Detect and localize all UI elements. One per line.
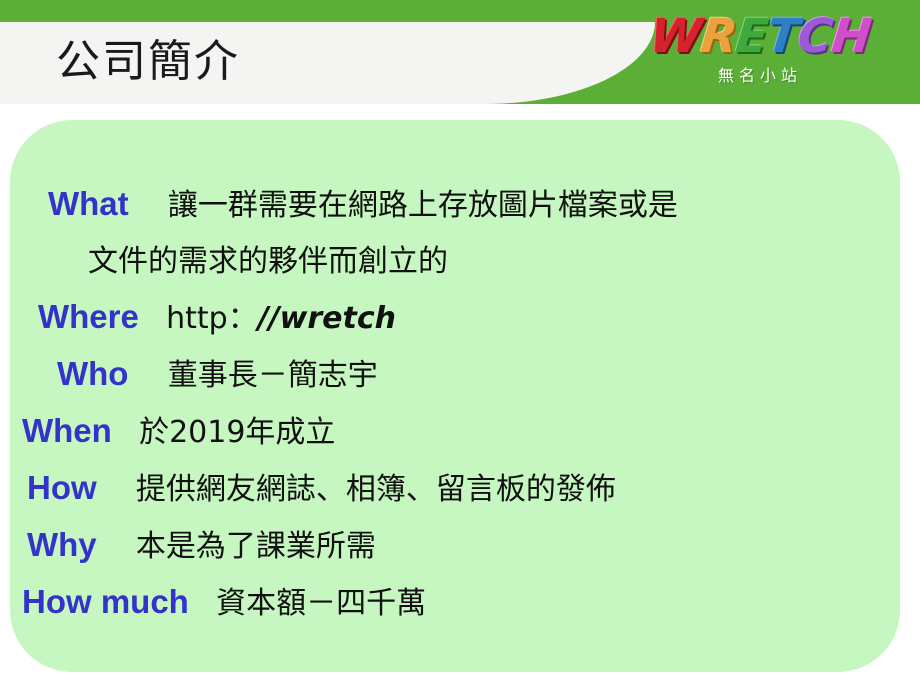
line-text-why: 本是為了課業所需 [135, 529, 376, 564]
list-item: Who 董事長－簡志宇 [10, 346, 900, 403]
list-item: Why 本是為了課業所需 [10, 517, 900, 574]
keyword-how: How [27, 469, 97, 506]
keyword-who: Who [57, 355, 129, 392]
line-text-where-prefix: http： [166, 301, 258, 336]
keyword-how-much: How much [22, 583, 189, 620]
wretch-wordmark: WRETCH [642, 8, 878, 66]
list-item: Where http：//wretch [10, 289, 900, 346]
keyword-why: Why [27, 526, 97, 563]
list-item-continuation: 文件的需求的夥伴而創立的 [10, 233, 900, 289]
content-card: What 讓一群需要在網路上存放圖片檔案或是 文件的需求的夥伴而創立的 Wher… [10, 120, 900, 672]
line-text-what-continued: 文件的需求的夥伴而創立的 [88, 244, 448, 279]
content-line-list: What 讓一群需要在網路上存放圖片檔案或是 文件的需求的夥伴而創立的 Wher… [10, 176, 900, 631]
keyword-where: Where [38, 298, 139, 335]
keyword-when: When [22, 412, 112, 449]
page-title: 公司簡介 [56, 37, 240, 86]
line-text-how-much: 資本額－四千萬 [216, 586, 427, 621]
line-text-where-url: //wretch [257, 301, 396, 336]
line-text-who: 董事長－簡志宇 [167, 358, 378, 393]
keyword-what: What [48, 185, 129, 222]
list-item: When 於2019年成立 [10, 403, 900, 460]
list-item: How much 資本額－四千萬 [10, 574, 900, 631]
wretch-logo: WRETCH 無名小站 [642, 8, 878, 100]
slide-header: 公司簡介 WRETCH 無名小站 [0, 0, 920, 104]
logo-letter-h: H [828, 9, 873, 64]
list-item: What 讓一群需要在網路上存放圖片檔案或是 [10, 176, 900, 233]
line-text-when: 於2019年成立 [139, 415, 336, 450]
list-item: How 提供網友網誌、相簿、留言板的發佈 [10, 460, 900, 517]
logo-letter-w: W [647, 9, 704, 64]
line-text-how: 提供網友網誌、相簿、留言板的發佈 [135, 472, 616, 507]
line-text-what: 讓一群需要在網路上存放圖片檔案或是 [167, 188, 678, 223]
